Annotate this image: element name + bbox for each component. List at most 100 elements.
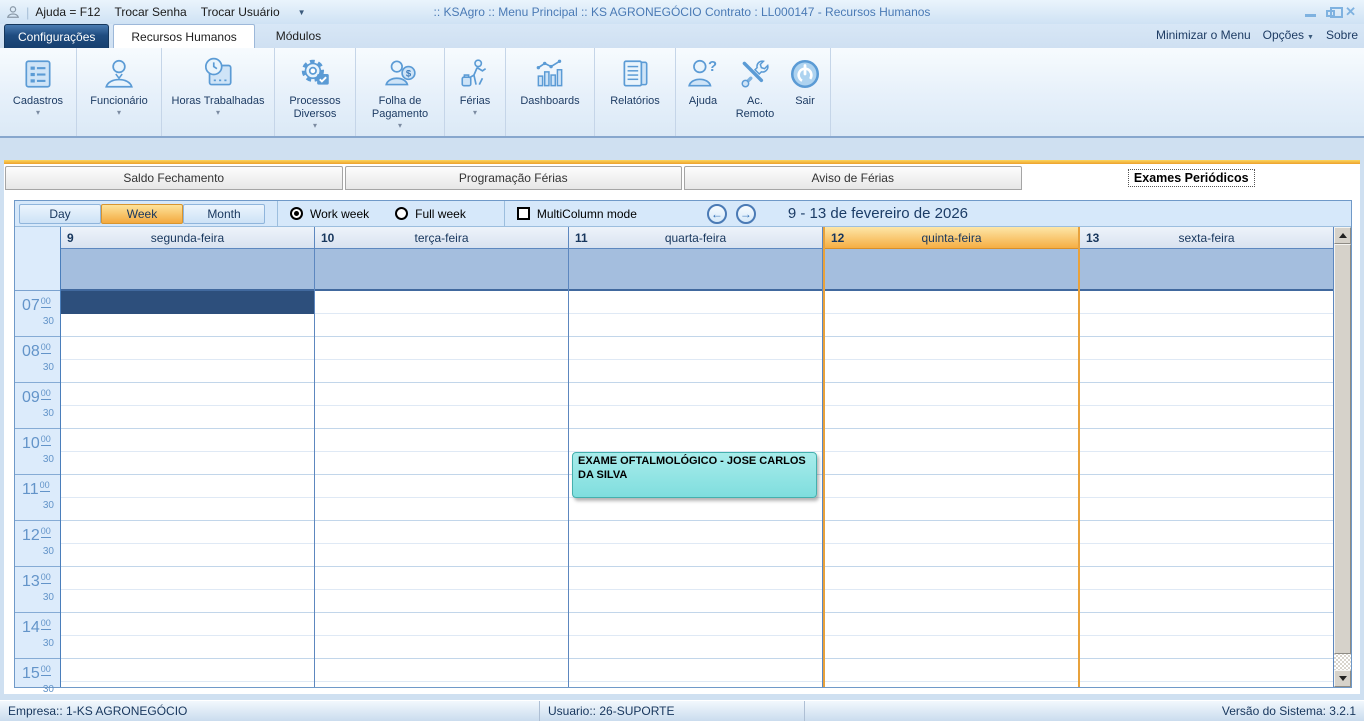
day-header: 11quarta-feira	[569, 227, 822, 249]
day-column-segunda[interactable]: 9segunda-feira	[61, 227, 315, 687]
calendar-event[interactable]: EXAME OFTALMOLÓGICO - JOSE CARLOS DA SIL…	[572, 452, 817, 498]
all-day-cell[interactable]	[315, 249, 568, 291]
arrow-right-icon: →	[740, 208, 752, 220]
prev-week-button[interactable]: ←	[707, 204, 727, 224]
scrollbar-thumb[interactable]	[1334, 244, 1351, 654]
time-cells[interactable]: EXAME OFTALMOLÓGICO - JOSE CARLOS DA SIL…	[569, 291, 822, 687]
calendar-grid: 070030 080030 090030 100030 110030 12003…	[15, 227, 1351, 687]
status-bar: Empresa:: 1-KS AGRONEGÓCIO Usuario:: 26-…	[0, 700, 1364, 721]
day-column-terca[interactable]: 10terça-feira	[315, 227, 569, 687]
day-header: 13sexta-feira	[1080, 227, 1333, 249]
day-column-quarta[interactable]: 11quarta-feira EXAME OFTALMOLÓGICO - JOS…	[569, 227, 823, 687]
time-label: 100030	[15, 429, 60, 475]
title-bar: | Ajuda = F12 Trocar Senha Trocar Usuári…	[0, 0, 1364, 24]
vacation-icon	[458, 53, 492, 95]
day-header-today: 12quinta-feira	[825, 227, 1078, 249]
ribbon-button-ferias[interactable]: Férias ▾	[448, 50, 502, 134]
menu-item-trocar-usuario[interactable]: Trocar Usuário	[201, 5, 280, 19]
payroll-icon: $	[382, 53, 418, 95]
menu-item-trocar-senha[interactable]: Trocar Senha	[114, 5, 186, 19]
vertical-scrollbar[interactable]	[1334, 227, 1351, 687]
time-label: 080030	[15, 337, 60, 383]
next-week-button[interactable]: →	[736, 204, 756, 224]
date-range-label: 9 - 13 de fevereiro de 2026	[788, 205, 968, 222]
tab-programacao-ferias[interactable]: Programação Férias	[345, 166, 683, 190]
user-avatar-icon[interactable]	[6, 5, 20, 19]
work-week-radio[interactable]: Work week	[290, 207, 369, 221]
ribbon-button-sair[interactable]: Sair	[783, 50, 827, 134]
time-gutter: 070030 080030 090030 100030 110030 12003…	[15, 227, 61, 687]
arrow-left-icon: ←	[711, 208, 723, 220]
power-icon	[788, 53, 822, 95]
radio-unchecked-icon	[395, 207, 408, 220]
ribbon-button-dashboards[interactable]: Dashboards	[509, 50, 591, 134]
scroll-up-button[interactable]	[1334, 227, 1351, 244]
time-cells[interactable]	[315, 291, 568, 687]
chevron-down-icon: ▾	[117, 108, 121, 118]
time-label: 140030	[15, 613, 60, 659]
time-cells[interactable]	[1080, 291, 1333, 687]
time-label: 110030	[15, 475, 60, 521]
ribbon-button-processos-diversos[interactable]: Processos Diversos ▾	[278, 50, 352, 134]
status-company: Empresa:: 1-KS AGRONEGÓCIO	[0, 701, 540, 721]
list-icon	[21, 53, 55, 95]
tab-modulos[interactable]: Módulos	[259, 24, 338, 48]
page-tab-strip: Saldo Fechamento Programação Férias Avis…	[4, 164, 1360, 190]
time-label: 120030	[15, 521, 60, 567]
minimize-menu-button[interactable]: Minimizar o Menu	[1156, 28, 1251, 42]
scroll-down-button[interactable]	[1334, 670, 1351, 687]
day-header: 9segunda-feira	[61, 227, 314, 249]
day-view-button[interactable]: Day	[19, 204, 101, 224]
tab-saldo-fechamento[interactable]: Saldo Fechamento	[5, 166, 343, 190]
multicolumn-checkbox[interactable]: MultiColumn mode	[517, 207, 637, 221]
status-user: Usuario:: 26-SUPORTE	[540, 701, 805, 721]
about-button[interactable]: Sobre	[1326, 28, 1358, 42]
time-label: 130030	[15, 567, 60, 613]
full-week-radio[interactable]: Full week	[395, 207, 466, 221]
checkbox-unchecked-icon	[517, 207, 530, 220]
help-icon: ?	[686, 53, 720, 95]
all-day-cell[interactable]	[569, 249, 822, 291]
divider	[504, 201, 505, 226]
status-version: Versão do Sistema: 3.2.1	[805, 704, 1364, 718]
month-view-button[interactable]: Month	[183, 204, 265, 224]
ribbon-button-funcionario[interactable]: Funcionário ▾	[80, 50, 158, 134]
selected-time-slot[interactable]	[61, 291, 314, 314]
svg-text:$: $	[406, 69, 412, 80]
all-day-cell[interactable]	[61, 249, 314, 291]
report-icon	[618, 53, 652, 95]
ribbon-button-cadastros[interactable]: Cadastros ▾	[3, 50, 73, 134]
chart-icon	[532, 53, 568, 95]
window-title: :: KSAgro :: Menu Principal :: KS AGRONE…	[434, 5, 931, 19]
person-icon	[102, 53, 136, 95]
menu-item-ajuda[interactable]: Ajuda = F12	[35, 5, 100, 19]
ribbon-button-ac-remoto[interactable]: Ac. Remoto	[727, 50, 783, 134]
all-day-cell[interactable]	[825, 249, 1078, 291]
tools-icon	[738, 53, 772, 95]
ribbon: Cadastros ▾ Funcionário ▾ Horas Trabalha…	[0, 48, 1364, 138]
tab-aviso-de-ferias[interactable]: Aviso de Férias	[684, 166, 1022, 190]
ribbon-button-ajuda[interactable]: ? Ajuda	[679, 50, 727, 134]
svg-text:?: ?	[708, 59, 717, 75]
toolbar-overflow-icon[interactable]: ▼	[298, 8, 306, 17]
tab-recursos-humanos[interactable]: Recursos Humanos	[113, 24, 254, 48]
chevron-down-icon: ▾	[36, 108, 40, 118]
calendar-toolbar: Day Week Month Work week Full week Multi…	[15, 201, 1351, 227]
week-view-button[interactable]: Week	[101, 204, 183, 224]
restore-icon[interactable]	[1326, 10, 1335, 17]
options-button[interactable]: Opções▼	[1263, 28, 1314, 42]
ribbon-button-folha-pagamento[interactable]: $ Folha de Pagamento ▾	[359, 50, 441, 134]
chevron-down-icon: ▾	[313, 121, 317, 131]
day-column-quinta-today[interactable]: 12quinta-feira	[823, 227, 1080, 687]
close-icon[interactable]: ✕	[1345, 4, 1356, 20]
ribbon-button-horas-trabalhadas[interactable]: Horas Trabalhadas ▾	[165, 50, 271, 134]
tab-exames-periodicos[interactable]: Exames Periódicos	[1024, 166, 1360, 190]
all-day-cell[interactable]	[1080, 249, 1333, 291]
app-menu-button[interactable]: Configurações	[4, 24, 109, 48]
time-label: 070030	[15, 291, 60, 337]
day-column-sexta[interactable]: 13sexta-feira	[1080, 227, 1334, 687]
time-cells[interactable]	[61, 291, 314, 687]
time-cells[interactable]	[825, 291, 1078, 687]
minimize-icon[interactable]	[1305, 14, 1316, 17]
ribbon-button-relatorios[interactable]: Relatórios	[598, 50, 672, 134]
